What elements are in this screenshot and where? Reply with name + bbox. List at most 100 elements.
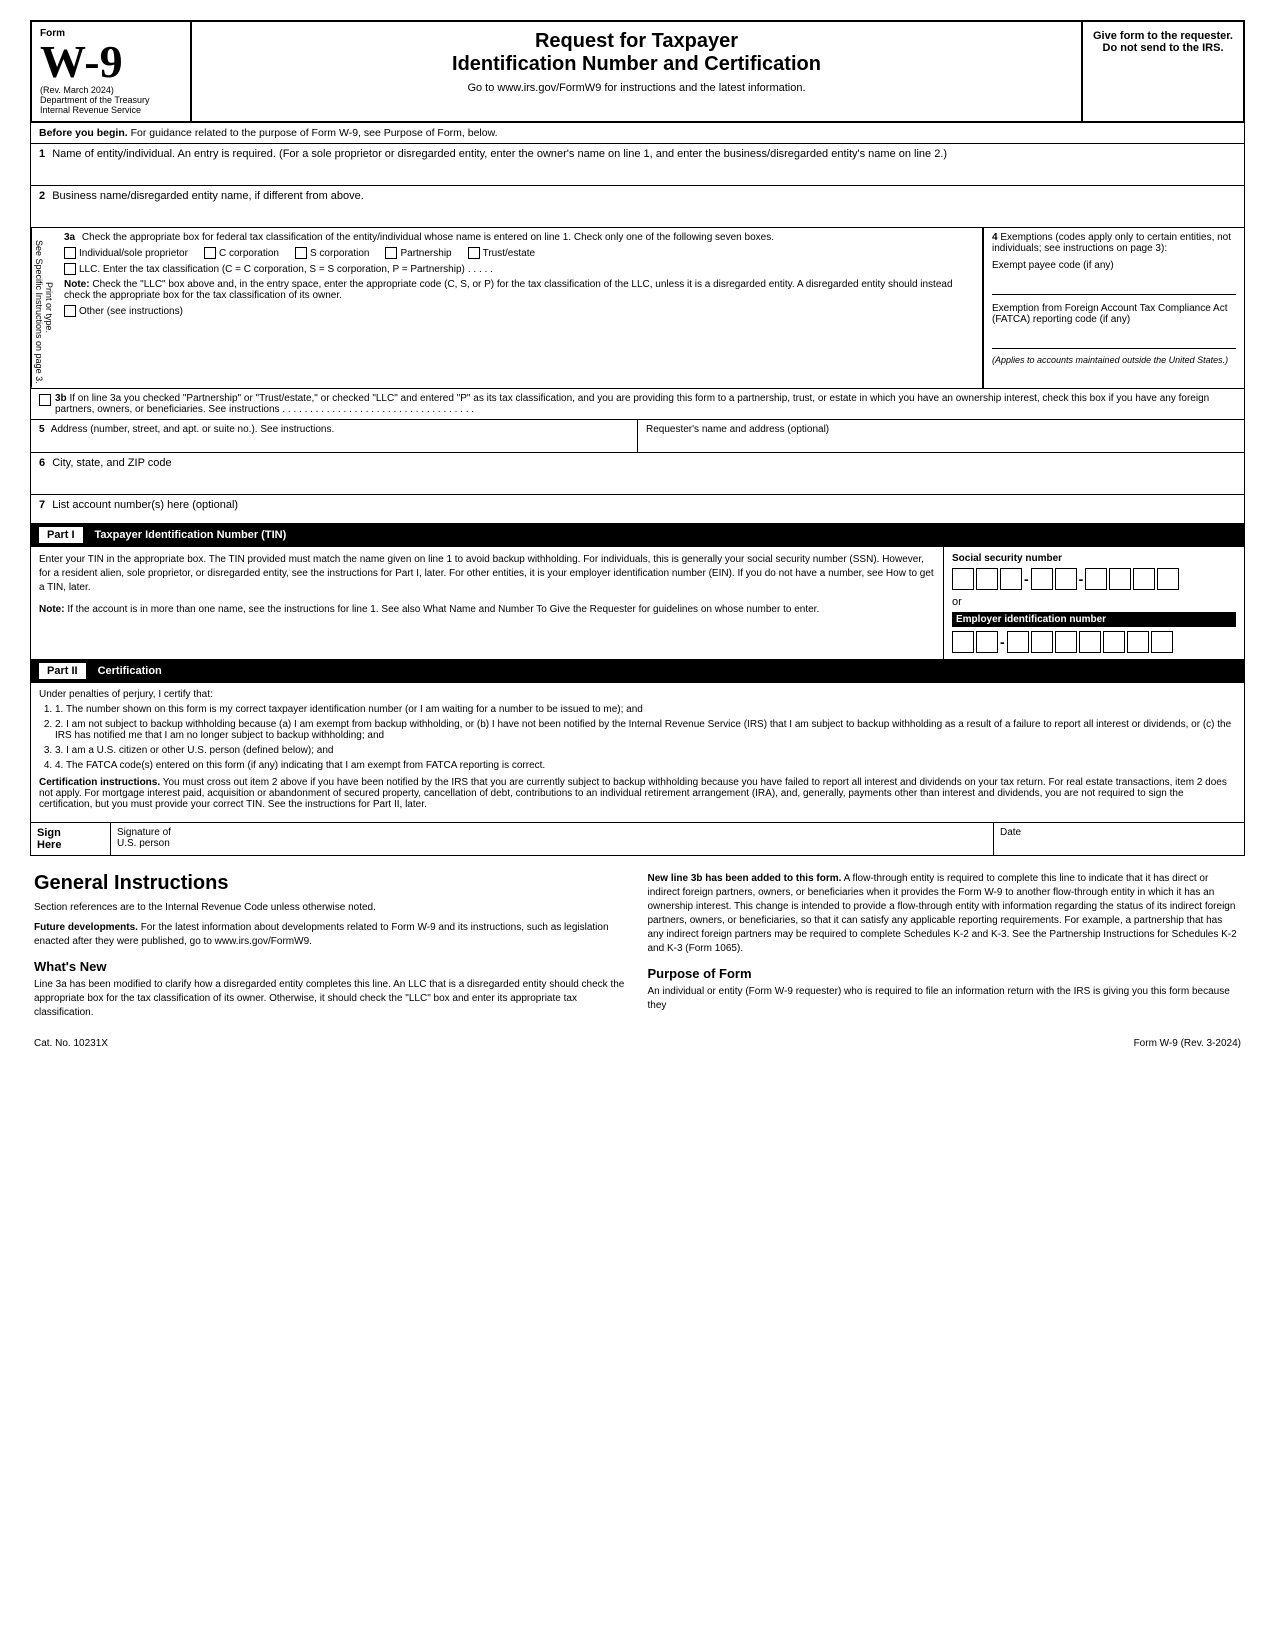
ein-box-3[interactable]	[1007, 631, 1029, 653]
line3a-4-row: Print or type. See Specific Instructions…	[31, 228, 1244, 389]
checkbox-c-corp: C corporation	[204, 247, 279, 259]
checkbox-trust-box[interactable]	[468, 247, 480, 259]
checkbox-llc-box[interactable]	[64, 263, 76, 275]
ein-box-6[interactable]	[1079, 631, 1101, 653]
line4-heading: 4 Exemptions (codes apply only to certai…	[992, 232, 1236, 254]
applies-text: (Applies to accounts maintained outside …	[992, 355, 1236, 365]
url-instruction: Go to www.irs.gov/FormW9 for instruction…	[212, 82, 1061, 94]
part1-header: Part I Taxpayer Identification Number (T…	[30, 524, 1245, 547]
ssn-box-4[interactable]	[1031, 568, 1053, 590]
ssn-box-1[interactable]	[952, 568, 974, 590]
part1-body-text: Enter your TIN in the appropriate box. T…	[39, 553, 935, 595]
rev-date: (Rev. March 2024)	[40, 85, 182, 95]
whats-new-text: Line 3a has been modified to clarify how…	[34, 978, 628, 1020]
future-dev: Future developments. For the latest info…	[34, 921, 628, 949]
line5-field: 5 Address (number, street, and apt. or s…	[31, 420, 638, 452]
line5-label: Address (number, street, and apt. or sui…	[51, 424, 334, 435]
dept: Department of the Treasury	[40, 95, 182, 105]
part2-title: Certification	[98, 665, 162, 677]
ein-box-2[interactable]	[976, 631, 998, 653]
checkbox-row1: Individual/sole proprietor C corporation…	[64, 247, 974, 259]
part1-label: Part I	[39, 527, 83, 543]
before-begin-row: Before you begin. For guidance related t…	[30, 123, 1245, 144]
section-refs: Section references are to the Internal R…	[34, 901, 628, 915]
gen-left: General Instructions Section references …	[34, 872, 628, 1026]
right-para1-bold: New line 3b has been added to this form.	[648, 873, 842, 884]
general-instructions: General Instructions Section references …	[30, 872, 1245, 1026]
checkbox-individual-box[interactable]	[64, 247, 76, 259]
checkbox-s-corp-box[interactable]	[295, 247, 307, 259]
or-label: or	[952, 596, 1236, 608]
line3b-dots: . . . . . . . . . . . . . . . . . . . . …	[282, 404, 474, 415]
side-label: Print or type. See Specific Instructions…	[31, 228, 56, 388]
checkbox-partnership: Partnership	[385, 247, 451, 259]
ein-box-9[interactable]	[1151, 631, 1173, 653]
form-number: W-9	[40, 39, 123, 85]
note-text: Check the "LLC" box above and, in the en…	[64, 279, 953, 301]
footer: Cat. No. 10231X Form W-9 (Rev. 3-2024)	[30, 1038, 1245, 1049]
cert-instr-text: You must cross out item 2 above if you h…	[39, 777, 1227, 810]
purpose-text: An individual or entity (Form W-9 reques…	[648, 985, 1242, 1013]
form-header: Form W-9 (Rev. March 2024) Department of…	[30, 20, 1245, 123]
checkbox-partnership-box[interactable]	[385, 247, 397, 259]
checkbox-partnership-label: Partnership	[400, 248, 451, 259]
line3b-row: 3b If on line 3a you checked "Partnershi…	[31, 389, 1244, 420]
ssn-box-5[interactable]	[1055, 568, 1077, 590]
gen-right: New line 3b has been added to this form.…	[648, 872, 1242, 1026]
checkbox-other-box[interactable]	[64, 305, 76, 317]
sign-fields: Signature of U.S. person Date	[111, 823, 1244, 855]
ssn-box-7[interactable]	[1109, 568, 1131, 590]
ssn-box-8[interactable]	[1133, 568, 1155, 590]
gen-title: General Instructions	[34, 872, 628, 895]
ssn-box-6[interactable]	[1085, 568, 1107, 590]
note-label: Note:	[64, 279, 90, 290]
other-row: Other (see instructions)	[64, 305, 974, 317]
part2-body: Under penalties of perjury, I certify th…	[31, 683, 1244, 822]
part1-note: Note: If the account is in more than one…	[39, 603, 935, 617]
before-begin-text: For guidance related to the purpose of F…	[131, 127, 498, 139]
ssn-boxes: - -	[952, 568, 1236, 590]
line6-row: 6 City, state, and ZIP code	[31, 453, 1244, 495]
line4-content: 4 Exemptions (codes apply only to certai…	[984, 228, 1244, 388]
cert-item-4: 4. The FATCA code(s) entered on this for…	[55, 760, 1236, 771]
give-form-text: Give form to the requester. Do not send …	[1093, 30, 1233, 54]
header-center: Request for Taxpayer Identification Numb…	[192, 22, 1083, 121]
ssn-box-9[interactable]	[1157, 568, 1179, 590]
checkbox-c-corp-box[interactable]	[204, 247, 216, 259]
line2-label: Business name/disregarded entity name, i…	[52, 190, 364, 202]
right-para1-text: A flow-through entity is required to com…	[648, 873, 1237, 954]
ein-box-7[interactable]	[1103, 631, 1125, 653]
ein-box-8[interactable]	[1127, 631, 1149, 653]
other-label: Other (see instructions)	[79, 306, 183, 317]
ein-box-5[interactable]	[1055, 631, 1077, 653]
line5-number: 5	[39, 424, 45, 435]
line3a-number: 3a	[64, 232, 75, 243]
line1-label: Name of entity/individual. An entry is r…	[52, 148, 947, 160]
checkbox-individual-label: Individual/sole proprietor	[79, 248, 188, 259]
line1-row: 1 Name of entity/individual. An entry is…	[31, 144, 1244, 186]
part2-section: Under penalties of perjury, I certify th…	[30, 683, 1245, 823]
requester-field: Requester's name and address (optional)	[638, 420, 1244, 452]
line1-number: 1	[39, 148, 45, 160]
part1-right: Social security number - - or Employer i…	[944, 547, 1244, 659]
sign-here-label: Sign Here	[31, 823, 111, 855]
part1-left: Enter your TIN in the appropriate box. T…	[31, 547, 944, 659]
cert-item-2: 2. I am not subject to backup withholdin…	[55, 719, 1236, 741]
line2-number: 2	[39, 190, 45, 202]
line7-row: 7 List account number(s) here (optional)	[31, 495, 1244, 523]
line3a-label: Check the appropriate box for federal ta…	[82, 232, 774, 243]
cert-item-1: 1. The number shown on this form is my c…	[55, 704, 1236, 715]
part2-header: Part II Certification	[30, 660, 1245, 683]
ein-box-1[interactable]	[952, 631, 974, 653]
checkbox-3b-box[interactable]	[39, 394, 51, 406]
exempt-payee-label: Exempt payee code (if any)	[992, 260, 1236, 271]
checkbox-trust: Trust/estate	[468, 247, 535, 259]
sign-row: Sign Here Signature of U.S. person Date	[31, 823, 1244, 855]
ein-box-4[interactable]	[1031, 631, 1053, 653]
ssn-box-3[interactable]	[1000, 568, 1022, 590]
checkbox-trust-label: Trust/estate	[483, 248, 535, 259]
ssn-box-2[interactable]	[976, 568, 998, 590]
sign-section: Sign Here Signature of U.S. person Date	[30, 823, 1245, 856]
line2-row: 2 Business name/disregarded entity name,…	[31, 186, 1244, 228]
note-row: Note: Check the "LLC" box above and, in …	[64, 279, 974, 301]
